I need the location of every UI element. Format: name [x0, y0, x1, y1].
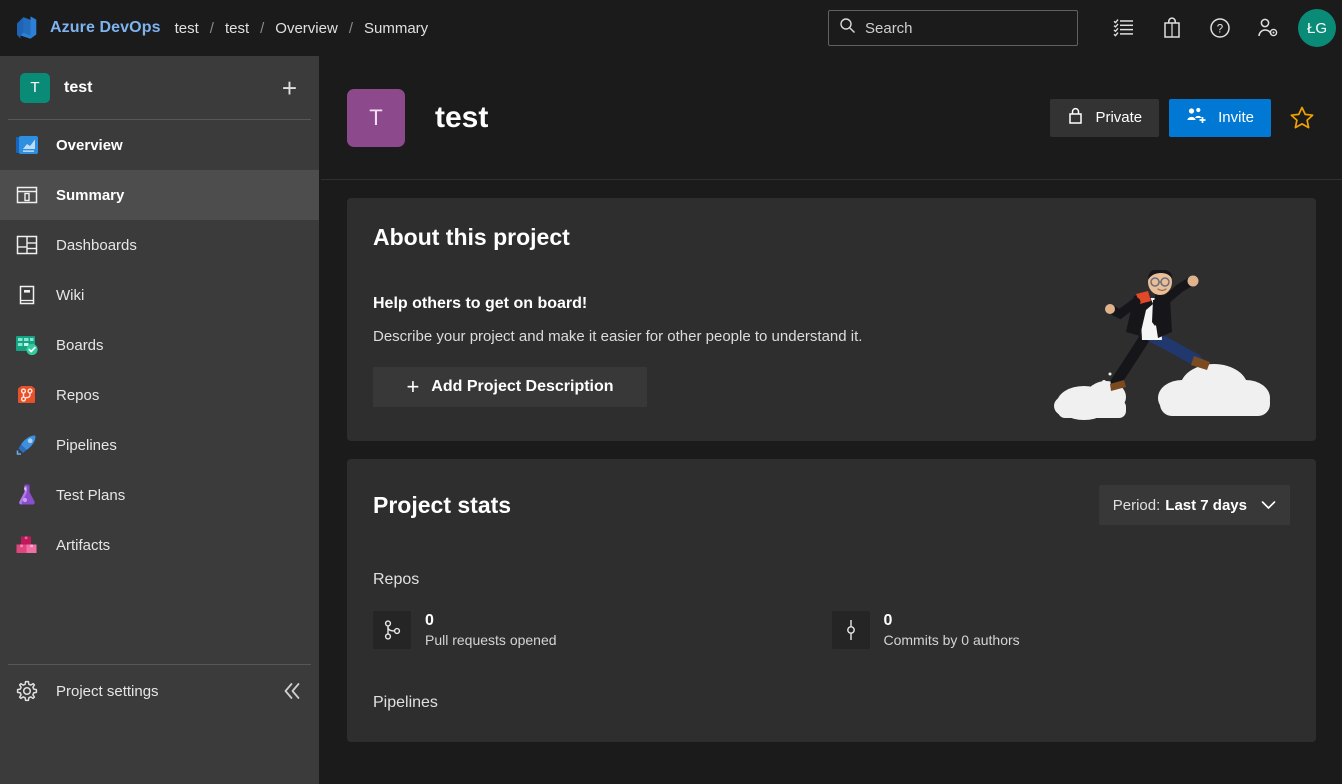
sidebar-item-label: Overview	[56, 136, 123, 154]
project-avatar-initial: T	[30, 79, 40, 96]
commit-icon	[831, 611, 870, 650]
about-card-title: About this project	[373, 224, 570, 250]
sidebar-project-name: test	[64, 78, 93, 96]
sidebar-item-dashboards[interactable]: Dashboards	[0, 220, 319, 270]
svg-text:?: ?	[1217, 24, 1223, 36]
user-settings-icon[interactable]	[1244, 0, 1292, 56]
add-project-description-label: Add Project Description	[431, 378, 614, 395]
sidebar-item-label: Dashboards	[56, 236, 137, 254]
chevron-down-icon	[1261, 500, 1276, 510]
top-bar-actions: Search ? ŁG	[828, 0, 1342, 56]
stat-label: Commits by 0 authors	[883, 632, 1020, 648]
period-prefix-label: Period:	[1112, 496, 1161, 514]
breadcrumb-summary[interactable]: Summary	[364, 20, 428, 37]
period-value-label: Last 7 days	[1165, 496, 1247, 514]
project-avatar: T	[20, 72, 50, 103]
pipelines-icon	[12, 430, 42, 460]
repos-icon	[12, 380, 42, 410]
breadcrumb-overview[interactable]: Overview	[275, 20, 338, 37]
project-stats-title: Project stats	[373, 491, 512, 518]
visibility-label: Private	[1095, 109, 1143, 126]
stat-text: 0 Pull requests opened	[425, 611, 557, 650]
breadcrumb-separator: /	[348, 19, 353, 37]
summary-icon	[12, 180, 42, 210]
breadcrumb-separator: /	[260, 19, 265, 37]
stats-row-repos: 0 Pull requests opened 0 Commits by 0 au…	[373, 611, 1290, 650]
stat-text: 0 Commits by 0 authors	[884, 611, 1020, 650]
stats-section-title-pipelines: Pipelines	[373, 693, 438, 711]
project-header-avatar-initial: T	[369, 104, 383, 130]
sidebar-item-label: Project settings	[56, 682, 159, 700]
stat-label: Pull requests opened	[425, 632, 557, 648]
sidebar-item-boards[interactable]: Boards	[0, 320, 319, 370]
sidebar-item-label: Boards	[56, 336, 104, 354]
user-avatar-initials: ŁG	[1306, 19, 1327, 37]
sidebar-item-project-settings[interactable]: Project settings	[0, 665, 319, 717]
breadcrumb-project[interactable]: test	[225, 20, 249, 37]
invite-label: Invite	[1218, 109, 1254, 126]
breadcrumb-organization[interactable]: test	[175, 20, 199, 37]
artifacts-icon	[12, 530, 42, 560]
dashboards-icon	[12, 230, 42, 260]
sidebar-item-label: Test Plans	[56, 486, 126, 504]
test-plans-icon	[12, 480, 42, 510]
visibility-button[interactable]: Private	[1050, 98, 1160, 137]
add-project-description-button[interactable]: + Add Project Description	[373, 367, 647, 407]
star-outline-icon[interactable]	[1288, 104, 1316, 132]
sidebar-item-repos[interactable]: Repos	[0, 370, 319, 420]
sidebar-item-label: Summary	[56, 186, 125, 204]
stat-commits: 0 Commits by 0 authors	[831, 611, 1291, 650]
user-avatar[interactable]: ŁG	[1298, 9, 1336, 47]
overview-icon	[12, 130, 42, 160]
stat-value: 0	[425, 612, 434, 629]
search-input[interactable]: Search	[828, 10, 1078, 46]
top-navigation-bar: Azure DevOps test / test / Overview / Su…	[0, 0, 1342, 56]
azure-devops-logo-icon[interactable]	[14, 15, 40, 41]
breadcrumb-separator: /	[209, 19, 214, 37]
project-header-actions: Private Invite	[1050, 98, 1316, 137]
project-header: T test Private Invite	[321, 56, 1342, 180]
about-project-card: About this project Help others to get on…	[347, 198, 1316, 441]
period-dropdown[interactable]: Period: Last 7 days	[1098, 485, 1290, 525]
person-jumping-on-clouds-illustration	[1054, 268, 1274, 425]
chevron-double-left-icon[interactable]	[279, 680, 305, 702]
sidebar-item-artifacts[interactable]: Artifacts	[0, 520, 319, 570]
work-items-icon[interactable]	[1100, 0, 1148, 56]
project-header-avatar: T	[347, 88, 405, 147]
stat-pull-requests-opened: 0 Pull requests opened	[373, 611, 832, 650]
sidebar-project-row[interactable]: T test +	[8, 56, 311, 120]
project-stats-card: Project stats Period: Last 7 days Repos	[347, 459, 1316, 742]
wiki-icon	[12, 280, 42, 310]
marketplace-bag-icon[interactable]	[1148, 0, 1196, 56]
add-people-icon	[1186, 106, 1207, 129]
sidebar-item-summary[interactable]: Summary	[0, 170, 319, 220]
lock-icon	[1067, 106, 1084, 129]
sidebar-item-label: Wiki	[56, 286, 85, 304]
search-icon	[839, 17, 856, 39]
project-sidebar: T test + Overview Summary Dashboards Wik…	[0, 56, 320, 784]
sidebar-item-label: Artifacts	[56, 536, 111, 554]
gear-icon	[12, 676, 42, 706]
brand-title[interactable]: Azure DevOps	[50, 19, 161, 37]
invite-button[interactable]: Invite	[1169, 98, 1271, 137]
sidebar-item-pipelines[interactable]: Pipelines	[0, 420, 319, 470]
help-icon[interactable]: ?	[1196, 0, 1244, 56]
stat-value: 0	[883, 612, 893, 629]
page-title: test	[435, 100, 489, 134]
main-content: T test Private Invite About this project…	[321, 56, 1342, 784]
plus-icon[interactable]: +	[282, 75, 297, 101]
plus-icon: +	[406, 374, 420, 399]
sidebar-item-label: Pipelines	[56, 436, 117, 454]
search-placeholder: Search	[865, 19, 913, 37]
project-stats-header: Project stats Period: Last 7 days	[373, 485, 1290, 525]
boards-icon	[12, 330, 42, 360]
sidebar-item-label: Repos	[56, 386, 100, 404]
sidebar-item-wiki[interactable]: Wiki	[0, 270, 319, 320]
sidebar-item-test-plans[interactable]: Test Plans	[0, 470, 319, 520]
pull-request-icon	[373, 611, 411, 650]
stats-section-title-repos: Repos	[373, 571, 420, 588]
sidebar-item-overview[interactable]: Overview	[0, 120, 319, 170]
